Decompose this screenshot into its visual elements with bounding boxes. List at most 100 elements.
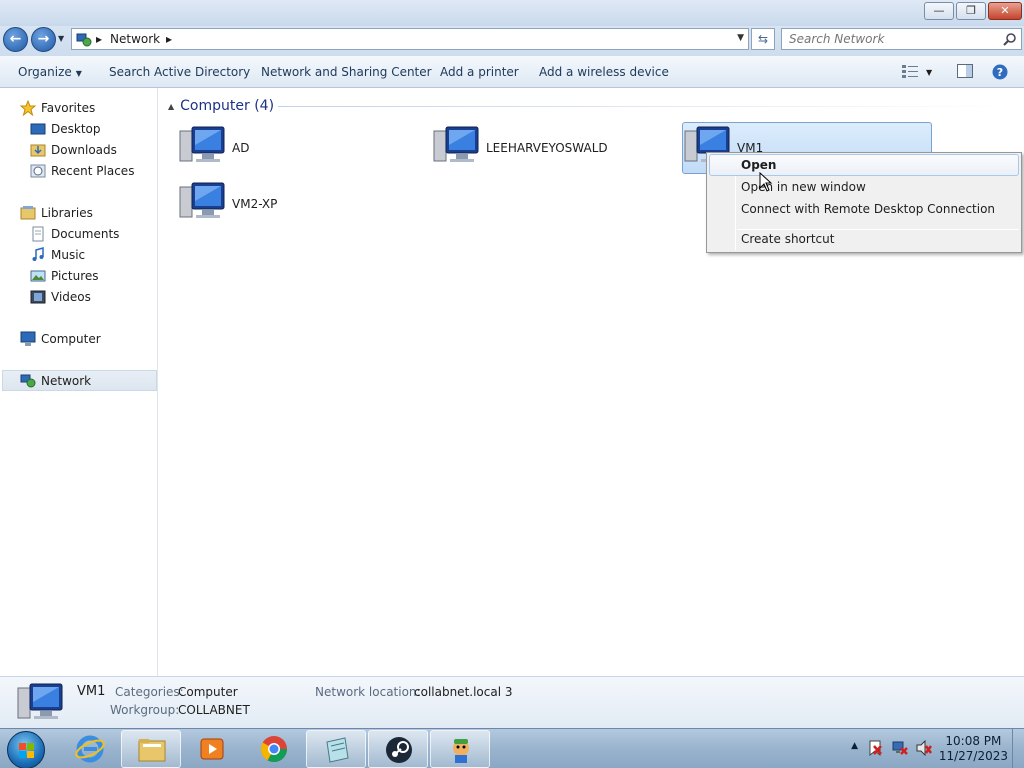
nav-computer-label: Computer bbox=[41, 331, 101, 346]
taskbar-notepad[interactable] bbox=[306, 730, 366, 768]
maximize-button[interactable]: ❐ bbox=[956, 2, 986, 20]
address-history-dropdown[interactable]: ▼ bbox=[737, 33, 744, 43]
videos-icon bbox=[30, 289, 46, 305]
window-controls: — ❐ ✕ bbox=[924, 2, 1022, 20]
organize-label: Organize bbox=[18, 65, 72, 79]
navigation-pane: Favorites Desktop Downloads Recent Place… bbox=[0, 88, 158, 676]
group-header-label: Computer (4) bbox=[180, 98, 275, 114]
nav-recent-places[interactable]: Recent Places bbox=[0, 160, 156, 181]
nav-network[interactable]: Network bbox=[2, 370, 157, 391]
details-workgroup-label: Workgroup: bbox=[110, 703, 180, 717]
start-button[interactable] bbox=[7, 731, 45, 768]
search-input[interactable] bbox=[782, 29, 992, 49]
nav-downloads-label: Downloads bbox=[51, 142, 117, 157]
taskbar: ▲ 10:08 PM 11/27/2023 bbox=[0, 728, 1024, 768]
taskbar-internet-explorer[interactable] bbox=[60, 730, 120, 768]
nav-network-label: Network bbox=[41, 373, 92, 388]
view-options-dropdown[interactable]: ▼ bbox=[926, 68, 932, 77]
collapse-triangle-icon[interactable]: ▲ bbox=[168, 102, 174, 111]
menu-item-open[interactable]: Open bbox=[709, 154, 1019, 176]
address-bar[interactable]: ▸ Network ▸ ▼ bbox=[71, 28, 749, 50]
menu-item-open-new-window[interactable]: Open in new window bbox=[709, 176, 1019, 198]
nav-documents[interactable]: Documents bbox=[0, 223, 156, 244]
details-network-location-label: Network location: bbox=[315, 685, 421, 699]
address-row: ← → ▼ ▸ Network ▸ ▼ ⇆ bbox=[0, 26, 1024, 56]
nav-favorites[interactable]: Favorites bbox=[0, 97, 156, 118]
breadcrumb-separator[interactable]: ▸ bbox=[166, 32, 172, 46]
minimize-button[interactable]: — bbox=[924, 2, 954, 20]
nav-videos-label: Videos bbox=[51, 289, 91, 304]
search-box[interactable] bbox=[781, 28, 1022, 50]
menu-item-remote-desktop[interactable]: Connect with Remote Desktop Connection bbox=[709, 198, 1019, 220]
details-pane: VM1 Categories: Computer Workgroup: COLL… bbox=[0, 676, 1024, 728]
nav-libraries-label: Libraries bbox=[41, 205, 93, 220]
title-bar: — ❐ ✕ bbox=[0, 0, 1024, 26]
change-view-icon[interactable] bbox=[902, 64, 918, 81]
details-workgroup-value: COLLABNET bbox=[178, 703, 250, 717]
help-icon[interactable]: ? bbox=[992, 64, 1008, 83]
taskbar-windows-explorer[interactable] bbox=[121, 730, 181, 768]
network-icon bbox=[20, 373, 36, 389]
windows-logo-icon bbox=[19, 743, 34, 758]
taskbar-steam[interactable] bbox=[368, 730, 428, 768]
taskbar-media-player[interactable] bbox=[182, 730, 242, 768]
computer-icon bbox=[20, 331, 36, 347]
mouse-cursor-icon bbox=[759, 172, 773, 192]
command-bar: Organize ▼ Search Active Directory Networ… bbox=[0, 56, 1024, 88]
network-sharing-center-button[interactable]: Network and Sharing Center bbox=[261, 65, 432, 79]
search-active-directory-button[interactable]: Search Active Directory bbox=[109, 65, 250, 79]
volume-muted-icon[interactable] bbox=[916, 739, 933, 759]
add-printer-button[interactable]: Add a printer bbox=[440, 65, 519, 79]
network-status-icon[interactable] bbox=[892, 740, 908, 759]
breadcrumb-network[interactable]: Network bbox=[110, 32, 160, 46]
action-center-icon[interactable] bbox=[867, 740, 883, 759]
nav-videos[interactable]: Videos bbox=[0, 286, 156, 307]
computer-name: AD bbox=[232, 141, 250, 155]
system-clock[interactable]: 10:08 PM 11/27/2023 bbox=[939, 734, 1008, 764]
context-menu: Open Open in new window Connect with Rem… bbox=[706, 152, 1022, 253]
group-divider bbox=[278, 106, 1016, 107]
folder-icon bbox=[138, 739, 166, 762]
nav-recent-places-label: Recent Places bbox=[51, 163, 135, 178]
close-button[interactable]: ✕ bbox=[988, 2, 1022, 20]
chrome-icon bbox=[260, 736, 288, 763]
show-hidden-icons-button[interactable]: ▲ bbox=[851, 741, 858, 751]
network-icon bbox=[76, 32, 92, 51]
organize-button[interactable]: Organize ▼ bbox=[18, 65, 82, 79]
refresh-button[interactable]: ⇆ bbox=[751, 28, 775, 50]
music-icon bbox=[30, 246, 46, 263]
notepad-icon bbox=[326, 737, 349, 763]
breadcrumb-separator[interactable]: ▸ bbox=[96, 32, 102, 46]
desktop-icon bbox=[30, 121, 46, 137]
add-wireless-device-button[interactable]: Add a wireless device bbox=[539, 65, 669, 79]
forward-button[interactable]: → bbox=[31, 27, 56, 52]
computer-tile-vm2-xp[interactable]: VM2-XP bbox=[178, 178, 428, 230]
steam-icon bbox=[386, 737, 412, 763]
nav-computer[interactable]: Computer bbox=[0, 328, 156, 349]
network-computer-icon bbox=[16, 682, 64, 729]
clock-date: 11/27/2023 bbox=[938, 749, 1008, 763]
nav-music[interactable]: Music bbox=[0, 244, 156, 265]
recent-places-icon bbox=[30, 163, 46, 179]
back-button[interactable]: ← bbox=[3, 27, 28, 52]
nav-desktop[interactable]: Desktop bbox=[0, 118, 156, 139]
taskbar-app-character[interactable] bbox=[430, 730, 490, 768]
nav-libraries[interactable]: Libraries bbox=[0, 202, 156, 223]
nav-pictures[interactable]: Pictures bbox=[0, 265, 156, 286]
recent-pages-dropdown[interactable]: ▼ bbox=[58, 34, 64, 43]
preview-pane-icon[interactable] bbox=[957, 64, 973, 81]
nav-pictures-label: Pictures bbox=[51, 268, 99, 283]
downloads-folder-icon bbox=[30, 142, 46, 158]
nav-downloads[interactable]: Downloads bbox=[0, 139, 156, 160]
taskbar-chrome[interactable] bbox=[244, 730, 304, 768]
details-network-location-value: collabnet.local 3 bbox=[414, 685, 513, 699]
nav-desktop-label: Desktop bbox=[51, 121, 101, 136]
group-header[interactable]: ▲ Computer (4) bbox=[168, 98, 274, 114]
search-icon[interactable] bbox=[1003, 32, 1017, 49]
computer-tile-ad[interactable]: AD bbox=[178, 122, 428, 174]
network-computer-icon bbox=[178, 125, 226, 172]
computer-tile-leeharveyoswald[interactable]: LEEHARVEYOSWALD bbox=[432, 122, 682, 174]
show-desktop-button[interactable] bbox=[1012, 729, 1024, 768]
details-name: VM1 bbox=[77, 684, 106, 699]
menu-item-create-shortcut[interactable]: Create shortcut bbox=[709, 228, 1019, 250]
